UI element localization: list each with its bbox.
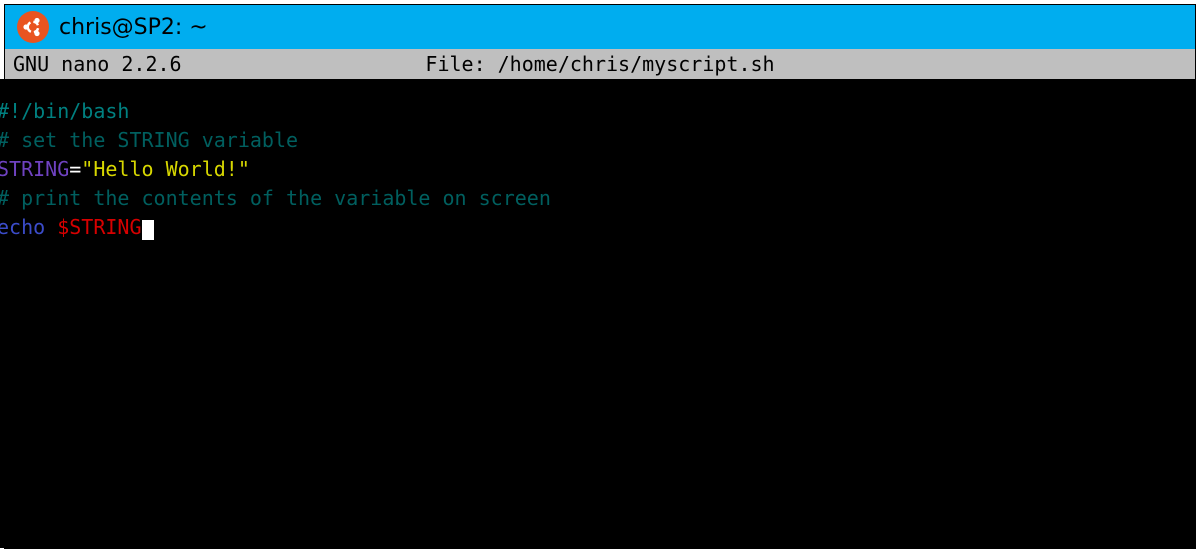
text-cursor bbox=[142, 220, 154, 240]
nano-statusbar: GNU nano 2.2.6 File: /home/chris/myscrip… bbox=[5, 49, 1195, 79]
nano-filename: File: /home/chris/myscript.sh bbox=[425, 52, 774, 76]
code-line: echo $STRING bbox=[0, 213, 1195, 242]
variable-ref: $STRING bbox=[57, 215, 141, 239]
variable-name: STRING bbox=[0, 157, 69, 181]
code-line: # set the STRING variable bbox=[0, 126, 1195, 155]
code-line: #!/bin/bash bbox=[0, 97, 1195, 126]
comment: # print the contents of the variable on … bbox=[0, 186, 551, 210]
ubuntu-icon bbox=[17, 11, 49, 43]
code-line: STRING="Hello World!" bbox=[0, 155, 1195, 184]
terminal-window: chris@SP2: ~ GNU nano 2.2.6 File: /home/… bbox=[4, 4, 1196, 549]
string-literal: "Hello World!" bbox=[81, 157, 250, 181]
comment: # set the STRING variable bbox=[0, 128, 298, 152]
window-title: chris@SP2: ~ bbox=[59, 15, 208, 40]
code-line: # print the contents of the variable on … bbox=[0, 184, 1195, 213]
nano-version: GNU nano 2.2.6 bbox=[13, 52, 182, 76]
equals-sign: = bbox=[69, 157, 81, 181]
editor-area[interactable]: #!/bin/bash # set the STRING variable ST… bbox=[0, 79, 1195, 548]
titlebar[interactable]: chris@SP2: ~ bbox=[5, 5, 1195, 49]
command: echo bbox=[0, 215, 57, 239]
shebang: #!/bin/bash bbox=[0, 99, 129, 123]
